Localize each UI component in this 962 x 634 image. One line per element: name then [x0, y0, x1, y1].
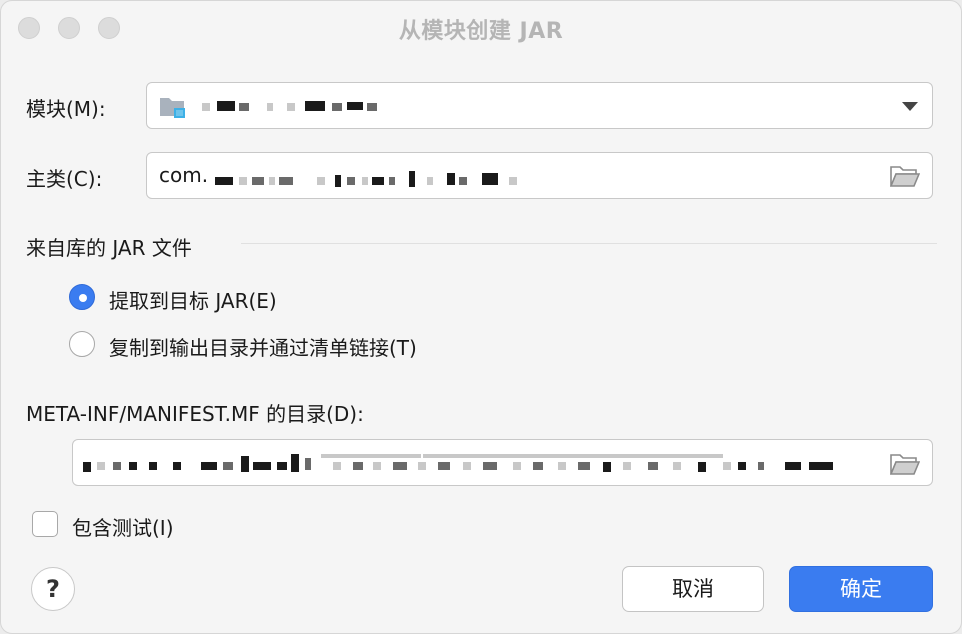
extract-radio-label[interactable]: 提取到目标 JAR(E) [109, 285, 277, 314]
cancel-button[interactable]: 取消 [622, 566, 764, 612]
extract-radio[interactable] [69, 284, 95, 310]
section-title: 来自库的 JAR 文件 [26, 236, 192, 260]
section-divider [241, 243, 937, 244]
main-class-value-prefix: com. [159, 163, 209, 187]
folder-open-icon[interactable] [890, 165, 920, 187]
module-select[interactable] [146, 82, 933, 129]
include-tests-label[interactable]: 包含测试(I) [72, 512, 174, 541]
copy-link-radio[interactable] [69, 331, 95, 357]
title-bar: 从模块创建 JAR [1, 1, 961, 57]
module-folder-icon [160, 98, 185, 118]
module-label: 模块(M): [26, 97, 106, 121]
help-button[interactable]: ? [31, 567, 75, 611]
include-tests-checkbox[interactable] [32, 511, 58, 537]
copy-link-radio-label[interactable]: 复制到输出目录并通过清单链接(T) [109, 332, 417, 361]
folder-open-icon[interactable] [890, 453, 920, 475]
main-class-label: 主类(C): [26, 167, 103, 191]
chevron-down-icon [902, 102, 918, 111]
main-class-input[interactable]: com. [146, 152, 933, 199]
manifest-label: META-INF/MANIFEST.MF 的目录(D): [26, 402, 364, 426]
manifest-directory-input[interactable] [72, 439, 933, 486]
window-title: 从模块创建 JAR [398, 19, 564, 44]
ok-button[interactable]: 确定 [789, 566, 933, 612]
dialog-window: 从模块创建 JAR 模块(M): 主类(C): com. 来自库的 JAR 文件… [0, 0, 962, 634]
